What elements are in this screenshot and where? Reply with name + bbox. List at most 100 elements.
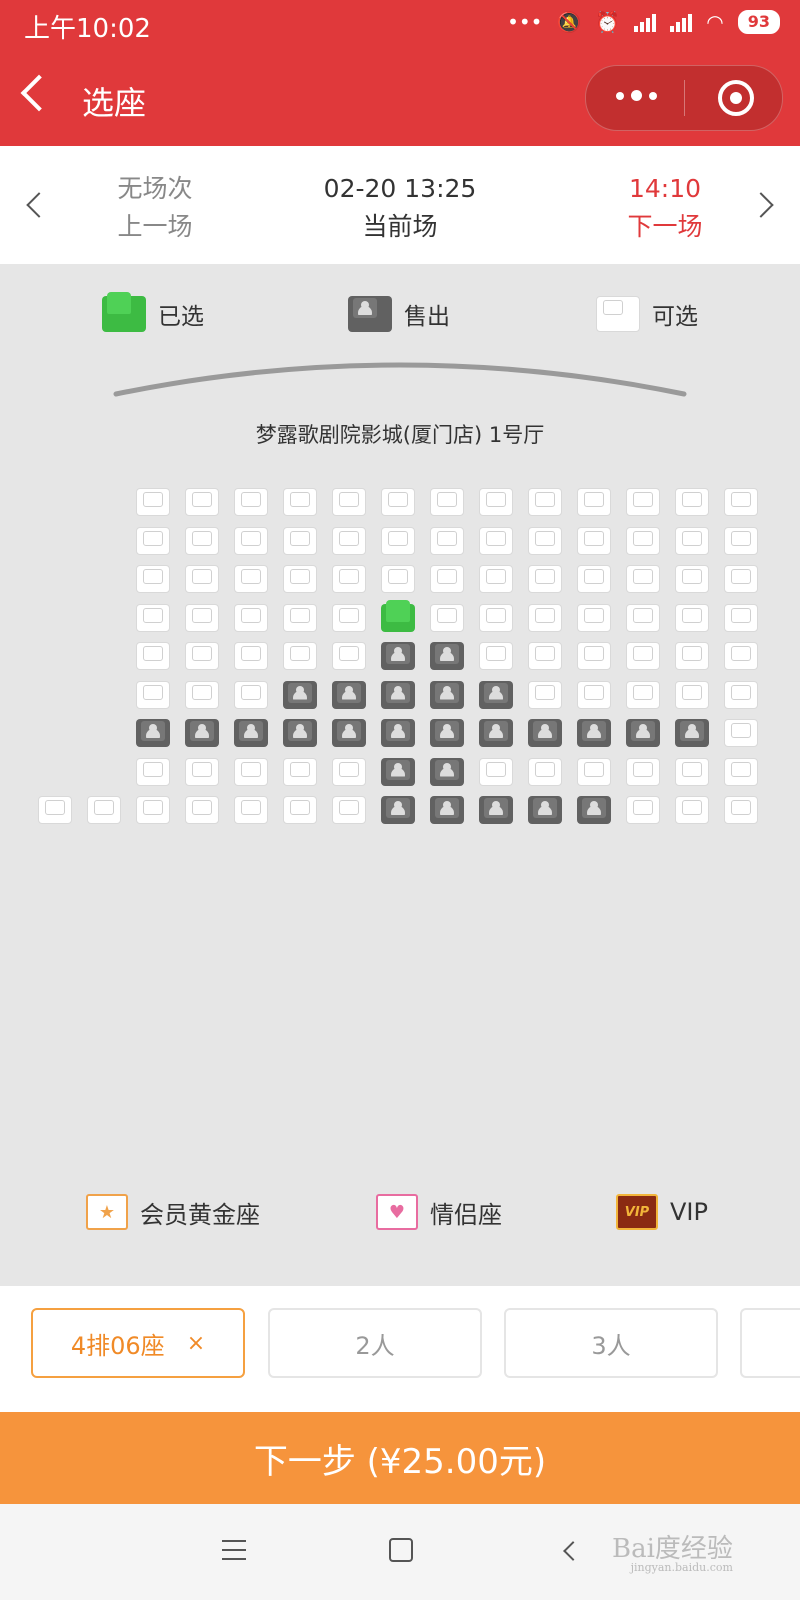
available-seat[interactable] <box>234 526 268 555</box>
available-seat[interactable] <box>136 565 170 593</box>
available-seat[interactable] <box>185 565 219 593</box>
available-seat[interactable] <box>332 757 366 786</box>
available-seat[interactable] <box>724 796 758 824</box>
available-seat[interactable] <box>528 642 562 670</box>
prev-session[interactable]: 无场次 上一场 <box>80 170 230 246</box>
available-seat[interactable] <box>479 757 513 786</box>
available-seat[interactable] <box>332 796 366 824</box>
available-seat[interactable] <box>675 565 709 593</box>
back-icon[interactable] <box>20 74 58 112</box>
available-seat[interactable] <box>577 526 611 555</box>
available-seat[interactable] <box>577 642 611 670</box>
available-seat[interactable] <box>724 680 758 709</box>
next-step-button[interactable]: 下一步 (¥25.00元) <box>0 1412 800 1504</box>
available-seat[interactable] <box>577 488 611 516</box>
three-people-chip[interactable]: 3人 <box>504 1308 718 1378</box>
available-seat[interactable] <box>136 488 170 516</box>
available-seat[interactable] <box>479 603 513 632</box>
available-seat[interactable] <box>185 603 219 632</box>
available-seat[interactable] <box>185 757 219 786</box>
available-seat[interactable] <box>381 526 415 555</box>
available-seat[interactable] <box>283 642 317 670</box>
available-seat[interactable] <box>528 526 562 555</box>
selected-seat-chip[interactable]: 4排06座 × <box>31 1308 245 1378</box>
available-seat[interactable] <box>626 757 660 786</box>
available-seat[interactable] <box>479 526 513 555</box>
available-seat[interactable] <box>234 488 268 516</box>
available-seat[interactable] <box>577 565 611 593</box>
next-session-chevron-icon[interactable] <box>748 192 774 218</box>
available-seat[interactable] <box>283 603 317 632</box>
available-seat[interactable] <box>332 642 366 670</box>
available-seat[interactable] <box>528 488 562 516</box>
available-seat[interactable] <box>185 680 219 709</box>
available-seat[interactable] <box>234 603 268 632</box>
available-seat[interactable] <box>185 488 219 516</box>
available-seat[interactable] <box>528 757 562 786</box>
available-seat[interactable] <box>675 642 709 670</box>
available-seat[interactable] <box>430 488 464 516</box>
available-seat[interactable] <box>283 526 317 555</box>
available-seat[interactable] <box>234 680 268 709</box>
selected-seat[interactable] <box>381 599 415 632</box>
available-seat[interactable] <box>283 757 317 786</box>
more-menu-button[interactable] <box>616 90 657 101</box>
available-seat[interactable] <box>724 488 758 516</box>
available-seat[interactable] <box>234 565 268 593</box>
available-seat[interactable] <box>283 796 317 824</box>
system-back-icon[interactable] <box>563 1541 583 1561</box>
available-seat[interactable] <box>185 796 219 824</box>
available-seat[interactable] <box>234 642 268 670</box>
available-seat[interactable] <box>675 488 709 516</box>
available-seat[interactable] <box>626 796 660 824</box>
available-seat[interactable] <box>136 757 170 786</box>
available-seat[interactable] <box>332 526 366 555</box>
close-miniprogram-icon[interactable] <box>718 80 754 116</box>
available-seat[interactable] <box>136 603 170 632</box>
available-seat[interactable] <box>430 526 464 555</box>
available-seat[interactable] <box>675 680 709 709</box>
available-seat[interactable] <box>38 796 72 824</box>
two-people-chip[interactable]: 2人 <box>268 1308 482 1378</box>
available-seat[interactable] <box>528 680 562 709</box>
available-seat[interactable] <box>479 488 513 516</box>
available-seat[interactable] <box>528 603 562 632</box>
available-seat[interactable] <box>626 680 660 709</box>
available-seat[interactable] <box>724 757 758 786</box>
available-seat[interactable] <box>528 565 562 593</box>
available-seat[interactable] <box>577 603 611 632</box>
available-seat[interactable] <box>724 642 758 670</box>
available-seat[interactable] <box>675 796 709 824</box>
available-seat[interactable] <box>87 796 121 824</box>
available-seat[interactable] <box>577 757 611 786</box>
available-seat[interactable] <box>675 603 709 632</box>
available-seat[interactable] <box>332 565 366 593</box>
available-seat[interactable] <box>136 680 170 709</box>
available-seat[interactable] <box>136 526 170 555</box>
available-seat[interactable] <box>185 526 219 555</box>
available-seat[interactable] <box>381 488 415 516</box>
prev-session-chevron-icon[interactable] <box>26 192 52 218</box>
more-people-chip[interactable] <box>740 1308 800 1378</box>
available-seat[interactable] <box>479 642 513 670</box>
available-seat[interactable] <box>136 796 170 824</box>
available-seat[interactable] <box>430 565 464 593</box>
available-seat[interactable] <box>626 526 660 555</box>
available-seat[interactable] <box>234 796 268 824</box>
available-seat[interactable] <box>626 488 660 516</box>
available-seat[interactable] <box>136 642 170 670</box>
available-seat[interactable] <box>724 719 758 747</box>
available-seat[interactable] <box>185 642 219 670</box>
available-seat[interactable] <box>626 642 660 670</box>
available-seat[interactable] <box>724 526 758 555</box>
available-seat[interactable] <box>381 565 415 593</box>
available-seat[interactable] <box>675 757 709 786</box>
remove-seat-icon[interactable]: × <box>187 1331 205 1356</box>
available-seat[interactable] <box>332 603 366 632</box>
available-seat[interactable] <box>577 680 611 709</box>
available-seat[interactable] <box>234 757 268 786</box>
available-seat[interactable] <box>283 565 317 593</box>
available-seat[interactable] <box>430 603 464 632</box>
available-seat[interactable] <box>724 565 758 593</box>
available-seat[interactable] <box>332 488 366 516</box>
